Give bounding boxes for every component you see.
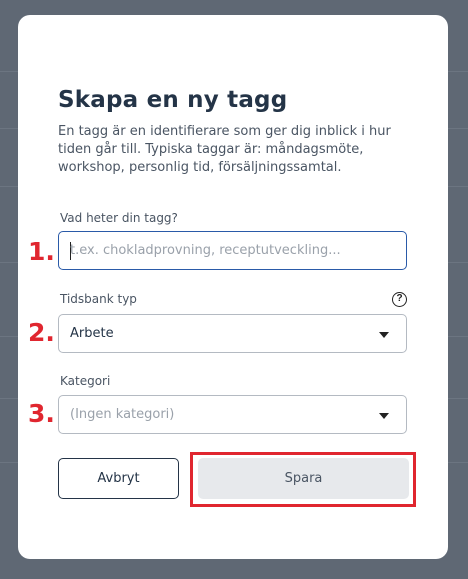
timebank-type-value: Arbete bbox=[70, 326, 114, 341]
category-label: Kategori bbox=[60, 374, 111, 388]
tag-name-input[interactable]: t.ex. chokladprovning, receptutveckling.… bbox=[58, 231, 407, 270]
modal-title: Skapa en ny tagg bbox=[58, 87, 288, 113]
category-value: (Ingen kategori) bbox=[70, 407, 175, 422]
modal-description: En tagg är en identifierare som ger dig … bbox=[58, 124, 391, 175]
chevron-down-icon bbox=[379, 332, 389, 338]
annotation-step-3: 3. bbox=[28, 399, 55, 428]
timebank-type-select[interactable]: Arbete bbox=[58, 314, 407, 353]
create-tag-modal: Skapa en ny tagg En tagg är en identifie… bbox=[18, 15, 448, 559]
help-icon[interactable]: ? bbox=[392, 292, 407, 307]
annotation-step-2: 2. bbox=[28, 318, 55, 347]
save-button[interactable]: Spara bbox=[198, 458, 409, 499]
tag-name-label: Vad heter din tagg? bbox=[60, 211, 178, 225]
chevron-down-icon bbox=[379, 413, 389, 419]
cancel-button[interactable]: Avbryt bbox=[58, 458, 179, 499]
tag-name-placeholder: t.ex. chokladprovning, receptutveckling.… bbox=[70, 243, 341, 258]
annotation-step-1: 1. bbox=[28, 237, 55, 266]
category-select[interactable]: (Ingen kategori) bbox=[58, 395, 407, 434]
timebank-type-label: Tidsbank typ bbox=[60, 292, 137, 306]
